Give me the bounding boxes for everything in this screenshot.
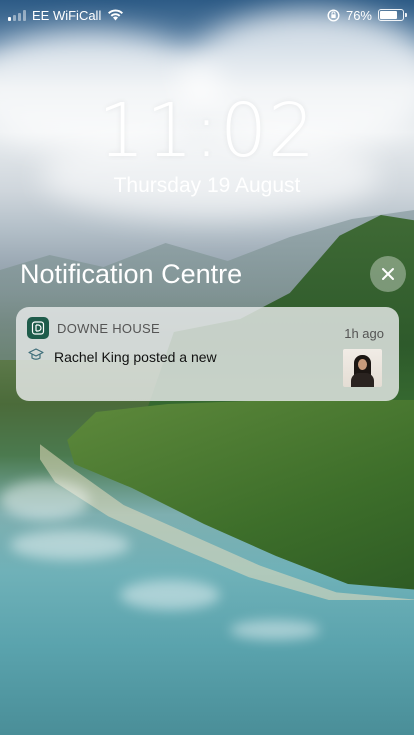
user-avatar-thumbnail [343,349,382,387]
notification-centre-header: Notification Centre [20,255,406,293]
clear-notifications-button[interactable] [370,256,406,292]
status-left: EE WiFiCall [8,8,124,23]
battery-level-fill [380,11,397,19]
lock-screen-date: Thursday 19 August [113,174,301,197]
close-icon [382,268,394,280]
notification-body: Rachel King posted a new [54,349,217,365]
notification-card[interactable]: DOWNE HOUSE 1h ago Rachel King posted a … [16,307,399,401]
status-bar: EE WiFiCall 76% [0,0,414,30]
notification-centre-title: Notification Centre [20,258,243,289]
notification-time: 1h ago [344,326,384,341]
carrier-label: EE WiFiCall [32,7,102,23]
orientation-lock-icon [327,8,340,22]
lock-screen-time: 11:02 [97,88,317,174]
signal-bars-icon [8,9,26,21]
downe-house-app-icon [27,317,49,339]
battery-icon [378,9,407,21]
notification-app-name: DOWNE HOUSE [57,321,160,336]
battery-percent: 76% [345,7,372,23]
graduation-cap-icon [28,348,44,360]
wifi-icon [108,9,124,21]
status-right: 76% [327,7,407,23]
